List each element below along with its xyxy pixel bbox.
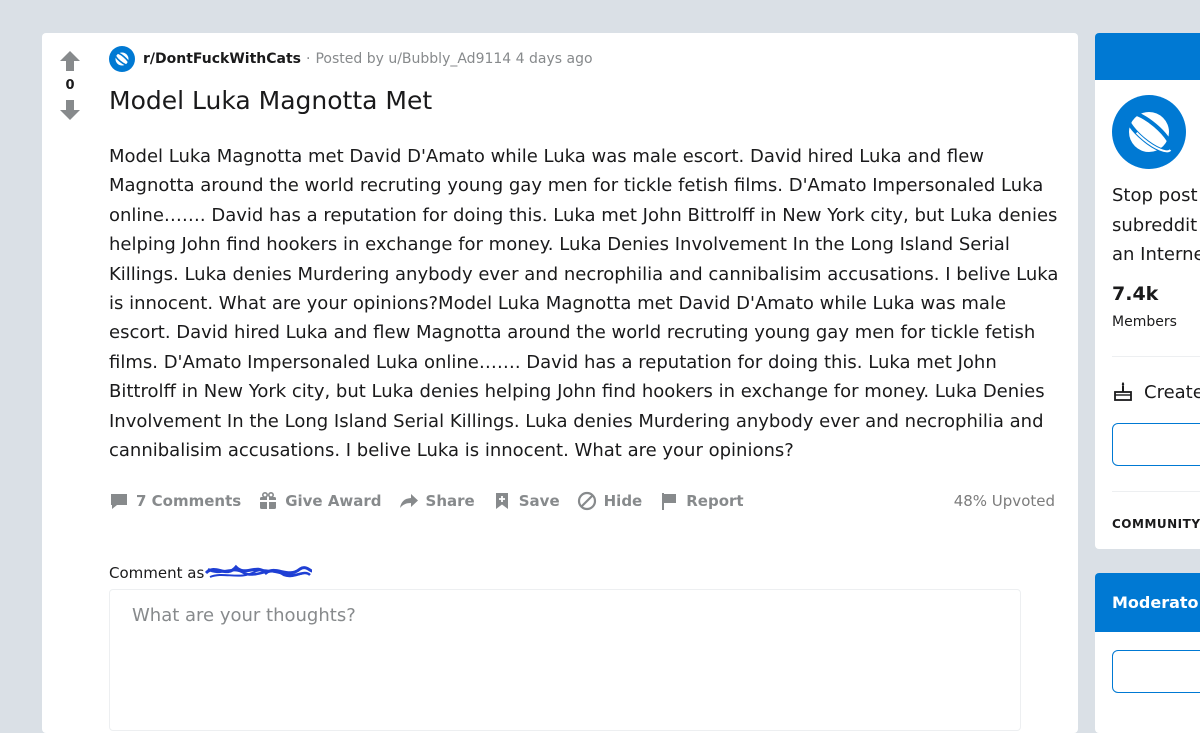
planet-icon — [1124, 110, 1174, 154]
redacted-username-scribble — [205, 564, 313, 578]
vote-column: 0 — [42, 33, 98, 121]
subreddit-icon[interactable] — [109, 46, 135, 72]
subreddit-link[interactable]: r/DontFuckWithCats — [143, 51, 301, 67]
community-description-line: Stop post — [1112, 185, 1198, 206]
save-button[interactable]: Save — [492, 491, 560, 511]
post-card: 0 r/DontFuckWithCats · Posted by u/Bubbl… — [42, 33, 1078, 733]
separator-dot: · — [306, 51, 311, 67]
sidebar-divider — [1112, 356, 1200, 357]
report-button[interactable]: Report — [659, 491, 744, 511]
post-body: Model Luka Magnotta met David D'Amato wh… — [109, 146, 1059, 462]
comment-as-label: Comment as — [109, 564, 205, 582]
post-title: Model Luka Magnotta Met — [109, 86, 433, 115]
planet-icon — [114, 51, 130, 67]
comment-as-line: Comment as — [109, 561, 314, 585]
hide-label: Hide — [603, 492, 643, 510]
moderators-card: Moderato — [1095, 573, 1200, 733]
cake-icon — [1114, 382, 1132, 401]
community-description-line: subreddit — [1112, 214, 1198, 236]
comment-textarea[interactable]: What are your thoughts? — [109, 589, 1021, 731]
post-meta: r/DontFuckWithCats · Posted by u/Bubbly_… — [109, 46, 593, 72]
bookmark-icon — [495, 493, 508, 509]
community-description: Stop post subreddit an Interne — [1112, 181, 1200, 270]
members-label: Members — [1112, 314, 1177, 330]
sidebar-divider — [1112, 491, 1200, 492]
give-award-button[interactable]: Give Award — [258, 491, 382, 511]
members-count: 7.4k — [1112, 283, 1159, 305]
posted-by[interactable]: Posted by u/Bubbly_Ad9114 4 days ago — [315, 51, 592, 67]
message-mods-button[interactable] — [1112, 650, 1200, 693]
downvote-arrow-icon[interactable] — [58, 99, 82, 121]
upvote-arrow-icon[interactable] — [58, 50, 82, 72]
community-options-label[interactable]: COMMUNITY — [1112, 517, 1200, 531]
moderators-title: Moderato — [1095, 573, 1200, 632]
community-sidebar-card: Stop post subreddit an Interne 7.4k Memb… — [1095, 33, 1200, 549]
share-label: Share — [425, 492, 475, 510]
gift-icon — [260, 491, 277, 509]
share-icon — [399, 494, 418, 508]
give-award-label: Give Award — [285, 492, 382, 510]
hide-button[interactable]: Hide — [577, 491, 643, 511]
report-label: Report — [686, 492, 744, 510]
comment-icon — [111, 494, 127, 509]
post-actions: 7 Comments Give Award Share Save Hide Re… — [109, 489, 761, 513]
community-avatar[interactable] — [1112, 95, 1186, 169]
community-description-line: an Interne — [1112, 244, 1200, 265]
sidebar-banner — [1095, 33, 1200, 80]
comments-label: 7 Comments — [136, 492, 242, 510]
create-label: Create — [1144, 381, 1200, 403]
flag-icon — [662, 493, 677, 510]
comments-button[interactable]: 7 Comments — [109, 491, 241, 511]
create-row: Create — [1112, 381, 1200, 403]
vote-count: 0 — [65, 78, 75, 93]
hide-icon — [577, 491, 596, 511]
sidebar-outline-button[interactable] — [1112, 423, 1200, 466]
save-label: Save — [518, 492, 560, 510]
comment-placeholder: What are your thoughts? — [132, 605, 356, 626]
upvote-ratio: 48% Upvoted — [953, 492, 1055, 510]
share-button[interactable]: Share — [399, 491, 475, 511]
